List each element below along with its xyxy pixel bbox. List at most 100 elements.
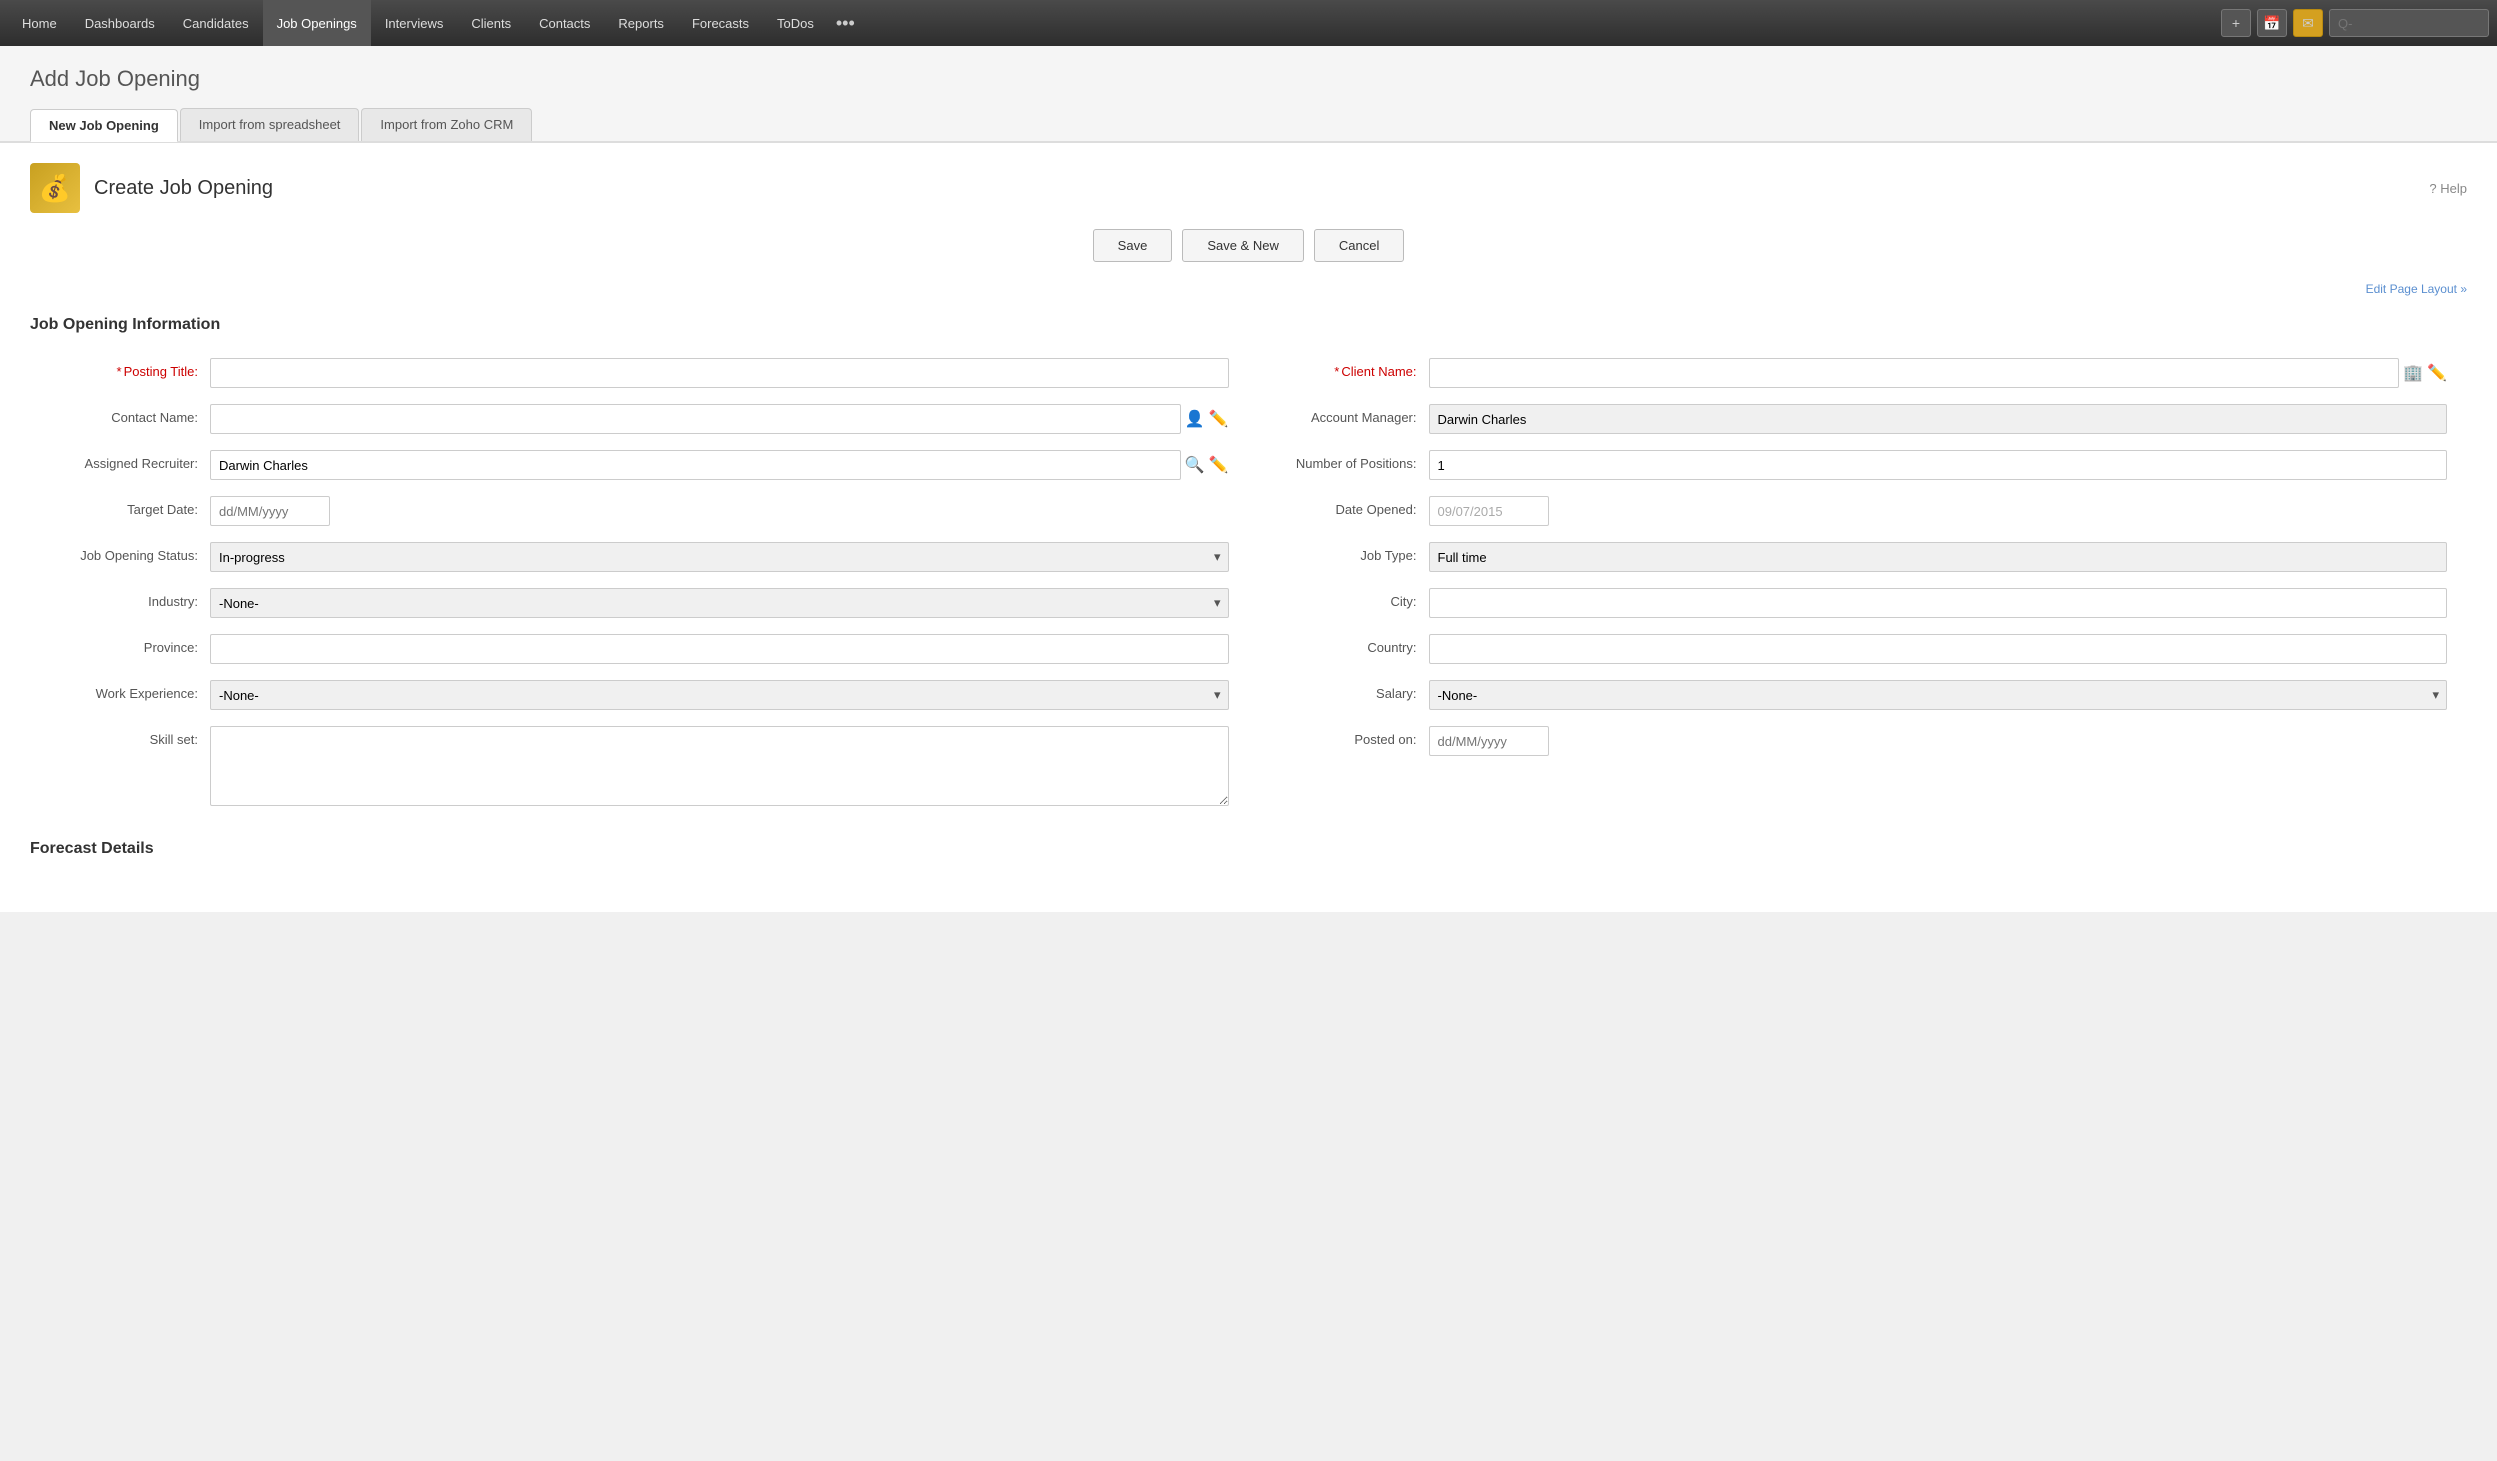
province-input[interactable] xyxy=(210,634,1229,664)
job-type-input[interactable] xyxy=(1429,542,2448,572)
date-opened-row: Date Opened: xyxy=(1269,496,2448,528)
posted-on-row: Posted on: xyxy=(1269,726,2448,758)
status-select[interactable]: In-progress Filled Closed On-hold xyxy=(210,542,1229,572)
nav-mail-icon[interactable]: ✉ xyxy=(2293,9,2323,37)
client-name-input[interactable] xyxy=(1429,358,2400,388)
skillset-textarea[interactable] xyxy=(210,726,1229,806)
tab-new-job-opening[interactable]: New Job Opening xyxy=(30,109,178,142)
salary-label: Salary: xyxy=(1269,680,1429,701)
province-row: Province: xyxy=(50,634,1229,666)
client-name-label: Client Name: xyxy=(1269,358,1429,379)
nav-search-input[interactable] xyxy=(2329,9,2489,37)
salary-select[interactable]: -None- 20k-40k 40k-60k 60k-80k 80k+ xyxy=(1429,680,2448,710)
target-date-row: Target Date: xyxy=(50,496,1229,528)
form-header: 💰 Create Job Opening ? Help xyxy=(30,163,2467,213)
recruiter-edit-icon[interactable]: ✏️ xyxy=(1209,455,1229,475)
date-opened-input[interactable] xyxy=(1429,496,1549,526)
nav-more[interactable]: ••• xyxy=(828,0,863,46)
skillset-label: Skill set: xyxy=(50,726,210,747)
city-row: City: xyxy=(1269,588,2448,620)
status-row: Job Opening Status: In-progress Filled C… xyxy=(50,542,1229,574)
tab-import-spreadsheet[interactable]: Import from spreadsheet xyxy=(180,108,360,141)
assigned-recruiter-label: Assigned Recruiter: xyxy=(50,450,210,471)
nav-calendar-icon[interactable]: 📅 xyxy=(2257,9,2287,37)
nav-reports[interactable]: Reports xyxy=(604,0,678,46)
posted-on-label: Posted on: xyxy=(1269,726,1429,747)
industry-row: Industry: -None- Technology Finance Heal… xyxy=(50,588,1229,620)
work-exp-select-wrapper: -None- 0-1 years 1-3 years 3-5 years 5+ … xyxy=(210,680,1229,710)
work-exp-row: Work Experience: -None- 0-1 years 1-3 ye… xyxy=(50,680,1229,712)
recruiter-search-icon[interactable]: 🔍 xyxy=(1185,455,1205,475)
nav-contacts[interactable]: Contacts xyxy=(525,0,604,46)
cancel-button[interactable]: Cancel xyxy=(1314,229,1404,262)
posted-on-input[interactable] xyxy=(1429,726,1549,756)
nav-interviews[interactable]: Interviews xyxy=(371,0,458,46)
section-title: Job Opening Information xyxy=(30,316,2467,338)
skillset-row: Skill set: xyxy=(50,726,1229,806)
posting-title-input[interactable] xyxy=(210,358,1229,388)
contact-name-input[interactable] xyxy=(210,404,1181,434)
form-grid: Posting Title: Contact Name: 👤 ✏️ Assign… xyxy=(30,358,2467,820)
form-title: Create Job Opening xyxy=(94,177,273,200)
contact-name-add-icon[interactable]: ✏️ xyxy=(1209,409,1229,429)
industry-label: Industry: xyxy=(50,588,210,609)
client-name-row: Client Name: 🏢 ✏️ xyxy=(1269,358,2448,390)
recruiter-field-group: 🔍 ✏️ xyxy=(210,450,1229,480)
city-label: City: xyxy=(1269,588,1429,609)
city-input[interactable] xyxy=(1429,588,2448,618)
save-new-button[interactable]: Save & New xyxy=(1182,229,1304,262)
contact-name-label: Contact Name: xyxy=(50,404,210,425)
main-nav: Home Dashboards Candidates Job Openings … xyxy=(0,0,2497,46)
nav-todos[interactable]: ToDos xyxy=(763,0,828,46)
client-name-edit-icon[interactable]: ✏️ xyxy=(2427,363,2447,383)
page-header: Add Job Opening New Job Opening Import f… xyxy=(0,46,2497,142)
target-date-input[interactable] xyxy=(210,496,330,526)
status-label: Job Opening Status: xyxy=(50,542,210,563)
nav-clients[interactable]: Clients xyxy=(457,0,525,46)
nav-add-icon[interactable]: + xyxy=(2221,9,2251,37)
industry-select[interactable]: -None- Technology Finance Healthcare xyxy=(210,588,1229,618)
num-positions-input[interactable] xyxy=(1429,450,2448,480)
num-positions-row: Number of Positions: xyxy=(1269,450,2448,482)
page-title: Add Job Opening xyxy=(30,66,2467,92)
client-name-building-icon[interactable]: 🏢 xyxy=(2403,363,2423,383)
salary-row: Salary: -None- 20k-40k 40k-60k 60k-80k 8… xyxy=(1269,680,2448,712)
country-row: Country: xyxy=(1269,634,2448,666)
assigned-recruiter-input[interactable] xyxy=(210,450,1181,480)
posting-title-row: Posting Title: xyxy=(50,358,1229,390)
action-buttons: Save Save & New Cancel xyxy=(30,229,2467,262)
client-name-field-group: 🏢 ✏️ xyxy=(1429,358,2448,388)
save-button[interactable]: Save xyxy=(1093,229,1173,262)
form-title-area: 💰 Create Job Opening xyxy=(30,163,273,213)
province-label: Province: xyxy=(50,634,210,655)
account-manager-row: Account Manager: xyxy=(1269,404,2448,436)
nav-right-icons: + 📅 ✉ xyxy=(2221,9,2489,37)
nav-dashboards[interactable]: Dashboards xyxy=(71,0,169,46)
account-manager-input[interactable] xyxy=(1429,404,2448,434)
contact-name-search-icon[interactable]: 👤 xyxy=(1185,409,1205,429)
nav-forecasts[interactable]: Forecasts xyxy=(678,0,763,46)
work-exp-label: Work Experience: xyxy=(50,680,210,701)
salary-select-wrapper: -None- 20k-40k 40k-60k 60k-80k 80k+ xyxy=(1429,680,2448,710)
target-date-label: Target Date: xyxy=(50,496,210,517)
nav-candidates[interactable]: Candidates xyxy=(169,0,263,46)
contact-name-field-group: 👤 ✏️ xyxy=(210,404,1229,434)
tab-import-zoho[interactable]: Import from Zoho CRM xyxy=(361,108,532,141)
edit-layout-link[interactable]: Edit Page Layout » xyxy=(30,282,2467,296)
form-right-col: Client Name: 🏢 ✏️ Account Manager: Numbe… xyxy=(1249,358,2468,820)
assigned-recruiter-row: Assigned Recruiter: 🔍 ✏️ xyxy=(50,450,1229,482)
nav-home[interactable]: Home xyxy=(8,0,71,46)
job-type-row: Job Type: xyxy=(1269,542,2448,574)
industry-select-wrapper: -None- Technology Finance Healthcare xyxy=(210,588,1229,618)
form-icon: 💰 xyxy=(30,163,80,213)
country-input[interactable] xyxy=(1429,634,2448,664)
tabs: New Job Opening Import from spreadsheet … xyxy=(30,108,2467,141)
account-manager-label: Account Manager: xyxy=(1269,404,1429,425)
status-select-wrapper: In-progress Filled Closed On-hold xyxy=(210,542,1229,572)
form-left-col: Posting Title: Contact Name: 👤 ✏️ Assign… xyxy=(30,358,1249,820)
help-link[interactable]: ? Help xyxy=(2429,181,2467,196)
posting-title-label: Posting Title: xyxy=(50,358,210,379)
work-exp-select[interactable]: -None- 0-1 years 1-3 years 3-5 years 5+ … xyxy=(210,680,1229,710)
country-label: Country: xyxy=(1269,634,1429,655)
nav-job-openings[interactable]: Job Openings xyxy=(263,0,371,46)
